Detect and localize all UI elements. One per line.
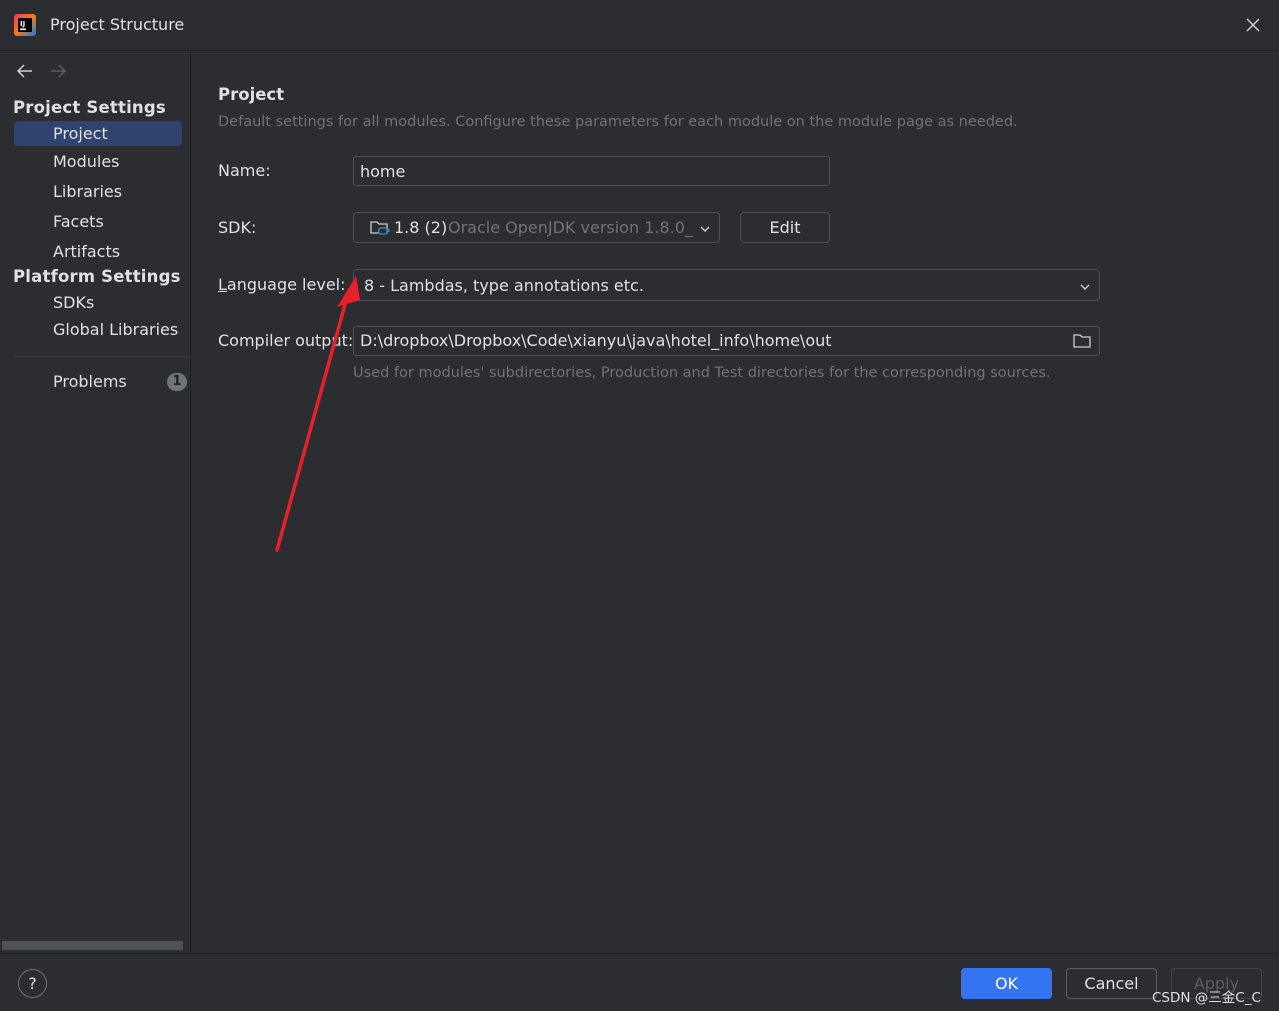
compiler-output-value: D:\dropbox\Dropbox\Code\xianyu\java\hote… [360, 331, 832, 350]
close-icon[interactable] [1240, 13, 1266, 37]
section-platform-settings: Platform Settings [13, 267, 181, 286]
chevron-down-icon [698, 221, 712, 235]
sdk-select[interactable]: 1.8 (2) Oracle OpenJDK version 1.8.0_3 [353, 212, 720, 243]
watermark-text: CSDN @三金C_C [1152, 990, 1261, 1006]
compiler-output-field[interactable]: D:\dropbox\Dropbox\Code\xianyu\java\hote… [353, 326, 1100, 356]
language-level-label-text: anguage level: [226, 275, 346, 294]
compiler-output-label: Compiler output: [218, 331, 354, 350]
sidebar: Project Settings Project Modules Librari… [0, 52, 191, 952]
dialog-footer: ? OK Cancel Apply CSDN @三金C_C [0, 953, 1279, 1011]
page-description: Default settings for all modules. Config… [218, 114, 1018, 130]
sidebar-item-global-libraries[interactable]: Global Libraries [14, 317, 182, 342]
sidebar-item-project[interactable]: Project [14, 121, 182, 146]
folder-browse-icon[interactable] [1072, 332, 1092, 350]
name-label: Name: [218, 161, 271, 180]
chevron-down-icon [1078, 279, 1092, 293]
name-field[interactable] [353, 156, 830, 186]
sidebar-item-problems[interactable]: Problems [14, 369, 164, 394]
sidebar-divider [14, 356, 191, 357]
section-project-settings: Project Settings [13, 98, 166, 117]
arrow-right-icon[interactable] [47, 60, 69, 82]
sidebar-item-modules[interactable]: Modules [14, 149, 182, 174]
sidebar-item-artifacts[interactable]: Artifacts [14, 239, 182, 264]
dialog-title: Project Structure [50, 15, 185, 34]
intellij-idea-icon: IJ [13, 13, 37, 37]
project-structure-dialog: IJ Project Structure Project Settings Pr… [0, 0, 1279, 1011]
sdk-label: SDK: [218, 218, 257, 237]
language-level-mnemonic: L [218, 275, 227, 294]
compiler-output-hint: Used for modules' subdirectories, Produc… [353, 365, 1051, 381]
sdk-value: 1.8 (2) [394, 218, 448, 237]
language-level-select[interactable]: 8 - Lambdas, type annotations etc. [353, 269, 1100, 301]
title-bar: IJ Project Structure [0, 0, 1279, 51]
svg-text:IJ: IJ [20, 20, 25, 28]
sdk-detail: Oracle OpenJDK version 1.8.0_3 [448, 218, 693, 237]
sidebar-horizontal-scrollbar[interactable] [2, 941, 183, 950]
help-button[interactable]: ? [18, 969, 47, 998]
main-panel: Project Default settings for all modules… [192, 52, 1279, 952]
ok-button[interactable]: OK [961, 968, 1052, 999]
arrow-left-icon[interactable] [14, 60, 36, 82]
language-level-value: 8 - Lambdas, type annotations etc. [364, 276, 644, 295]
sidebar-item-facets[interactable]: Facets [14, 209, 182, 234]
sidebar-item-sdks[interactable]: SDKs [14, 290, 182, 315]
page-title: Project [218, 85, 285, 104]
cancel-button[interactable]: Cancel [1066, 968, 1157, 999]
sdk-edit-button[interactable]: Edit [740, 212, 830, 243]
language-level-label: Language level: [218, 275, 346, 294]
sidebar-item-libraries[interactable]: Libraries [14, 179, 182, 204]
folder-java-icon [369, 218, 391, 238]
problems-count-badge: 1 [167, 373, 187, 391]
